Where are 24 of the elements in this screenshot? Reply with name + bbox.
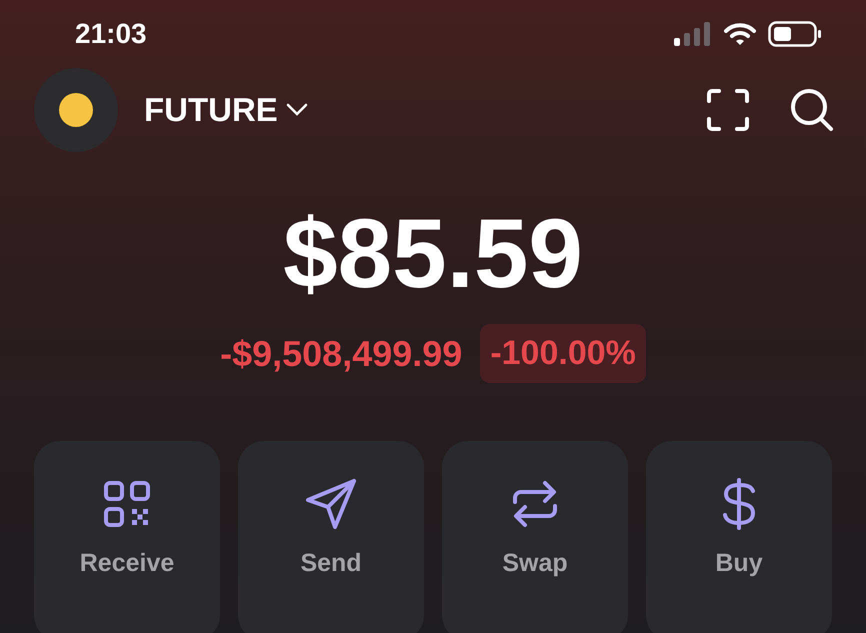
paper-plane-icon	[305, 478, 357, 530]
action-label: Buy	[715, 548, 763, 579]
action-button[interactable]: Swap	[442, 441, 628, 633]
swap-arrows-icon	[512, 480, 558, 528]
qr-code-icon	[103, 480, 151, 528]
scan-icon[interactable]	[706, 88, 750, 132]
account-selector[interactable]: FUTURE	[144, 85, 308, 135]
chevron-down-icon	[286, 103, 308, 117]
percent-change-badge: -100.00%	[480, 324, 646, 383]
avatar-icon	[59, 93, 93, 127]
action-label: Receive	[80, 548, 174, 579]
status-time: 21:03	[75, 17, 147, 51]
dollar-sign-icon	[721, 478, 757, 530]
action-button[interactable]: Receive	[34, 441, 220, 633]
action-button[interactable]: Buy	[646, 441, 832, 633]
signal-icon	[674, 22, 712, 46]
balance-change: -$9,508,499.99	[220, 332, 462, 376]
balance-amount: $85.59	[283, 204, 583, 302]
action-label: Swap	[502, 548, 568, 579]
wifi-icon	[724, 22, 756, 46]
action-label: Send	[300, 548, 362, 579]
search-icon[interactable]	[790, 88, 834, 132]
action-button[interactable]: Send	[238, 441, 424, 633]
battery-icon	[768, 21, 822, 47]
